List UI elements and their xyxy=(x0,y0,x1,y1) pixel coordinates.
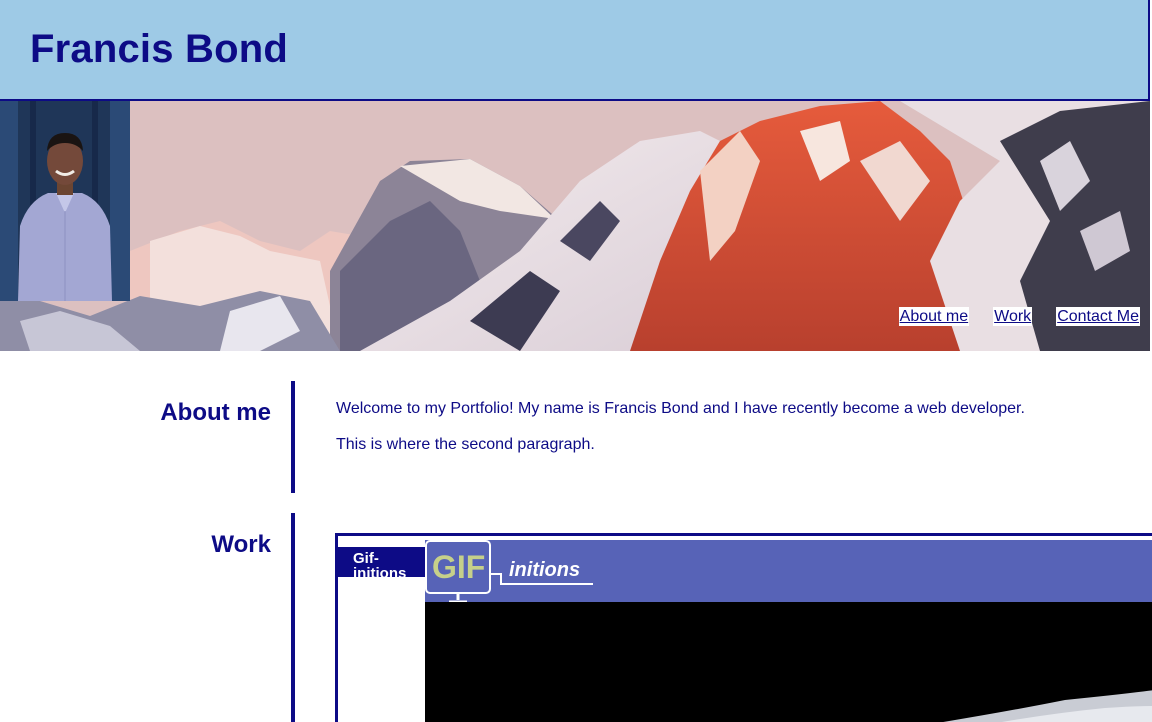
work-divider xyxy=(291,513,295,722)
about-heading: About me xyxy=(160,399,271,426)
project-preview-screen xyxy=(425,602,1152,722)
project-title-tab: Gif-initions xyxy=(338,547,425,577)
project-card-gifinitions[interactable]: Gif-initions GIF initions xyxy=(335,533,1152,722)
gifinitions-logo: GIF initions xyxy=(425,540,593,604)
nav-link-about-me[interactable]: About me xyxy=(898,307,970,326)
about-divider xyxy=(291,381,295,493)
site-title: Francis Bond xyxy=(30,27,288,71)
svg-text:GIF: GIF xyxy=(432,549,485,585)
about-paragraph-1: Welcome to my Portfolio! My name is Fran… xyxy=(336,400,1025,417)
svg-text:initions: initions xyxy=(509,559,580,581)
about-paragraph-2: This is where the second paragraph. xyxy=(336,436,595,453)
hero-banner: About me Work Contact Me xyxy=(0,101,1150,351)
project-banner: GIF initions xyxy=(425,540,1152,604)
nav-link-work[interactable]: Work xyxy=(993,307,1033,326)
site-header: Francis Bond xyxy=(0,0,1150,101)
preview-scene-image xyxy=(943,690,1152,722)
nav-link-contact-me[interactable]: Contact Me xyxy=(1056,307,1140,326)
work-heading: Work xyxy=(211,531,271,558)
person-portrait-image xyxy=(0,101,130,301)
main-nav: About me Work Contact Me xyxy=(898,307,1140,326)
profile-photo xyxy=(0,101,130,301)
project-title: Gif-initions xyxy=(353,550,407,577)
